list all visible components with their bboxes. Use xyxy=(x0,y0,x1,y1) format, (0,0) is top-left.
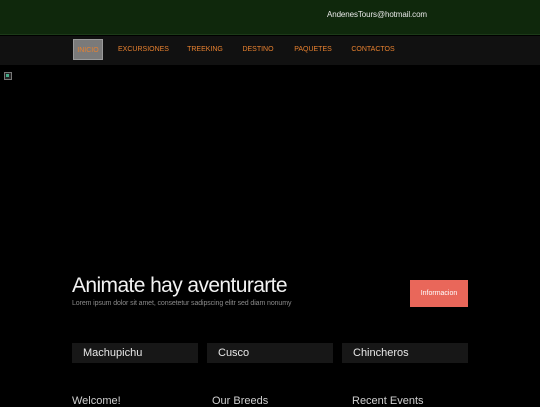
section-heading-welcome: Welcome! xyxy=(72,395,121,407)
contact-email[interactable]: AndenesTours@hotmail.com xyxy=(327,10,427,19)
section-heading-breeds: Our Breeds xyxy=(212,395,269,407)
nav-item-excursiones[interactable]: EXCURSIONES xyxy=(117,39,170,60)
nav-item-inicio[interactable]: INICIO xyxy=(73,39,103,60)
hero-subtitle: Lorem ipsum dolor sit amet, consetetur s… xyxy=(72,300,292,307)
info-button[interactable]: Informacion xyxy=(410,280,468,307)
destination-card-chincheros[interactable]: Chincheros xyxy=(342,343,468,363)
section-heading-events: Recent Events xyxy=(352,395,424,407)
destination-card-machupichu[interactable]: Machupichu xyxy=(72,343,198,363)
nav-item-destino[interactable]: DESTINO xyxy=(240,39,276,60)
nav-item-treeking[interactable]: TREEKING xyxy=(186,39,224,60)
main-navigation: INICIO EXCURSIONES TREEKING DESTINO PAQU… xyxy=(0,36,540,65)
top-header-bar: AndenesTours@hotmail.com xyxy=(0,0,540,35)
hero-title: Animate hay aventurarte xyxy=(72,274,288,297)
destination-card-cusco[interactable]: Cusco xyxy=(207,343,333,363)
nav-item-contactos[interactable]: CONTACTOS xyxy=(349,39,397,60)
nav-item-paquetes[interactable]: PAQUETES xyxy=(292,39,334,60)
broken-image-icon xyxy=(4,72,12,80)
